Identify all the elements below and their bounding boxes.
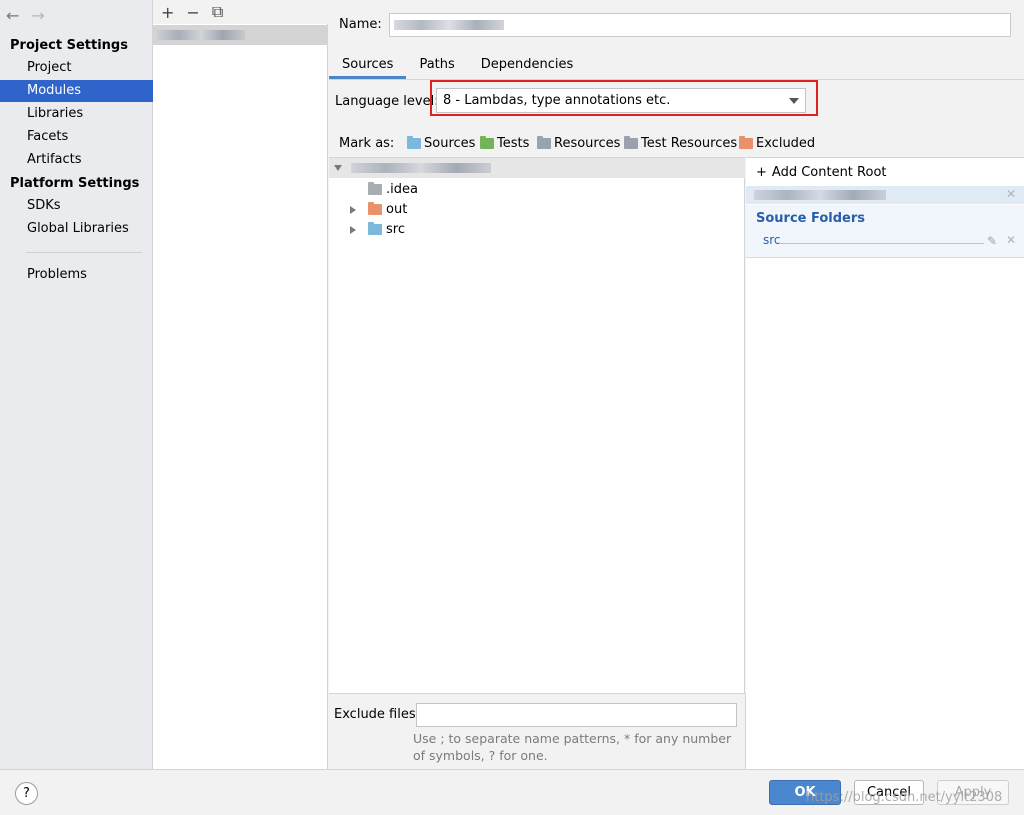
source-folder-item[interactable]: src [763,233,781,247]
tree-item-src[interactable]: src [350,222,405,237]
plus-icon: + [756,165,767,180]
mark-tests-button[interactable]: Tests [480,136,529,151]
watermark: https://blog.csdn.net/yylt2308 [806,790,1003,805]
remove-source-folder-icon[interactable]: ✕ [1006,233,1016,247]
content-root-panel: + Add Content Root ✕ Source Folders src … [746,157,1024,769]
tree-item-label: .idea [386,182,418,197]
remove-icon[interactable]: − [186,3,199,22]
nav-item-libraries[interactable]: Libraries [0,103,153,125]
redacted-module-name-value [394,20,504,30]
tab-dependencies[interactable]: Dependencies [468,52,587,79]
mark-as-label: Mark as: [339,136,395,151]
nav-arrows: ← → [6,6,45,25]
redacted-content-root-path [754,190,886,200]
mark-sources-button[interactable]: Sources [407,136,475,151]
tree-item-label: out [386,202,408,217]
mark-sources-label: Sources [424,136,476,151]
mark-test-resources-label: Test Resources [641,136,738,151]
tree-item-label: src [386,222,405,237]
mark-resources-label: Resources [554,136,621,151]
expand-down-icon[interactable] [334,165,342,171]
module-list-item[interactable] [153,25,328,45]
tab-sources[interactable]: Sources [329,52,407,79]
exclude-files-input[interactable] [416,703,737,727]
dialog-footer: ? OK Cancel Apply https://blog.csdn.net/… [0,769,1024,815]
nav-item-facets[interactable]: Facets [0,126,153,148]
expand-right-icon[interactable] [350,225,356,234]
project-settings-heading: Project Settings [10,38,128,53]
help-button[interactable]: ? [15,782,38,805]
back-arrow-icon[interactable]: ← [6,6,19,25]
tree-root-row[interactable] [329,158,745,178]
source-folders-title: Source Folders [756,211,866,226]
language-level-label: Language level: [335,94,439,109]
mark-resources-button[interactable]: Resources [537,136,620,151]
mark-test-resources-button[interactable]: Test Resources [624,136,737,151]
edit-icon[interactable]: ✎ [987,234,997,248]
module-name-label: Name: [339,17,382,32]
language-level-dropdown[interactable]: 8 - Lambdas, type annotations etc. [436,88,806,113]
nav-item-artifacts[interactable]: Artifacts [0,149,153,171]
copy-icon[interactable]: ⧉ [212,2,223,22]
mark-excluded-button[interactable]: Excluded [739,136,815,151]
content-root-tree[interactable]: .idea out src [329,157,745,693]
dropdown-caret-icon [789,98,799,104]
remove-root-icon[interactable]: ✕ [1006,187,1016,201]
add-content-root-label: Add Content Root [771,165,887,180]
expand-right-icon[interactable] [350,205,356,214]
tree-item-idea[interactable]: .idea [368,182,418,197]
nav-item-global-libraries[interactable]: Global Libraries [0,218,153,240]
sources-folder-icon [407,136,421,149]
nav-item-project[interactable]: Project [0,57,153,79]
module-list-toolbar: + − ⧉ [153,0,328,24]
exclude-files-label: Exclude files: [334,707,421,722]
tests-folder-icon [480,136,494,149]
folder-icon [368,202,382,215]
redacted-module-name [157,30,245,40]
forward-arrow-icon[interactable]: → [31,6,44,25]
settings-nav: ← → Project Settings Project Modules Lib… [0,0,153,769]
folder-icon [368,222,382,235]
exclude-files-hint: Use ; to separate name patterns, * for a… [413,731,732,763]
tree-item-out[interactable]: out [350,202,407,217]
nav-separator [26,252,142,253]
nav-item-sdks[interactable]: SDKs [0,195,153,217]
test-resources-folder-icon [624,136,638,149]
content-root-row[interactable]: ✕ [746,186,1024,204]
platform-settings-heading: Platform Settings [10,176,140,191]
mark-tests-label: Tests [497,136,530,151]
folder-icon [368,182,382,195]
excluded-folder-icon [739,136,753,149]
module-name-input[interactable] [389,13,1011,37]
exclude-files-section: Exclude files: Use ; to separate name pa… [329,693,746,769]
mark-excluded-label: Excluded [756,136,816,151]
module-tabs: Sources Paths Dependencies [329,52,586,79]
language-level-value: 8 - Lambdas, type annotations etc. [443,93,671,108]
tab-paths[interactable]: Paths [406,52,467,79]
add-icon[interactable]: + [161,3,174,22]
nav-item-problems[interactable]: Problems [0,264,153,286]
source-folders-section: Source Folders src ✎ ✕ [746,205,1024,258]
nav-item-modules[interactable]: Modules [0,80,153,102]
module-list-panel: + − ⧉ [153,0,328,769]
add-content-root-button[interactable]: + Add Content Root [756,165,887,180]
source-folder-underline [779,243,984,244]
redacted-root-path [351,163,491,173]
resources-folder-icon [537,136,551,149]
